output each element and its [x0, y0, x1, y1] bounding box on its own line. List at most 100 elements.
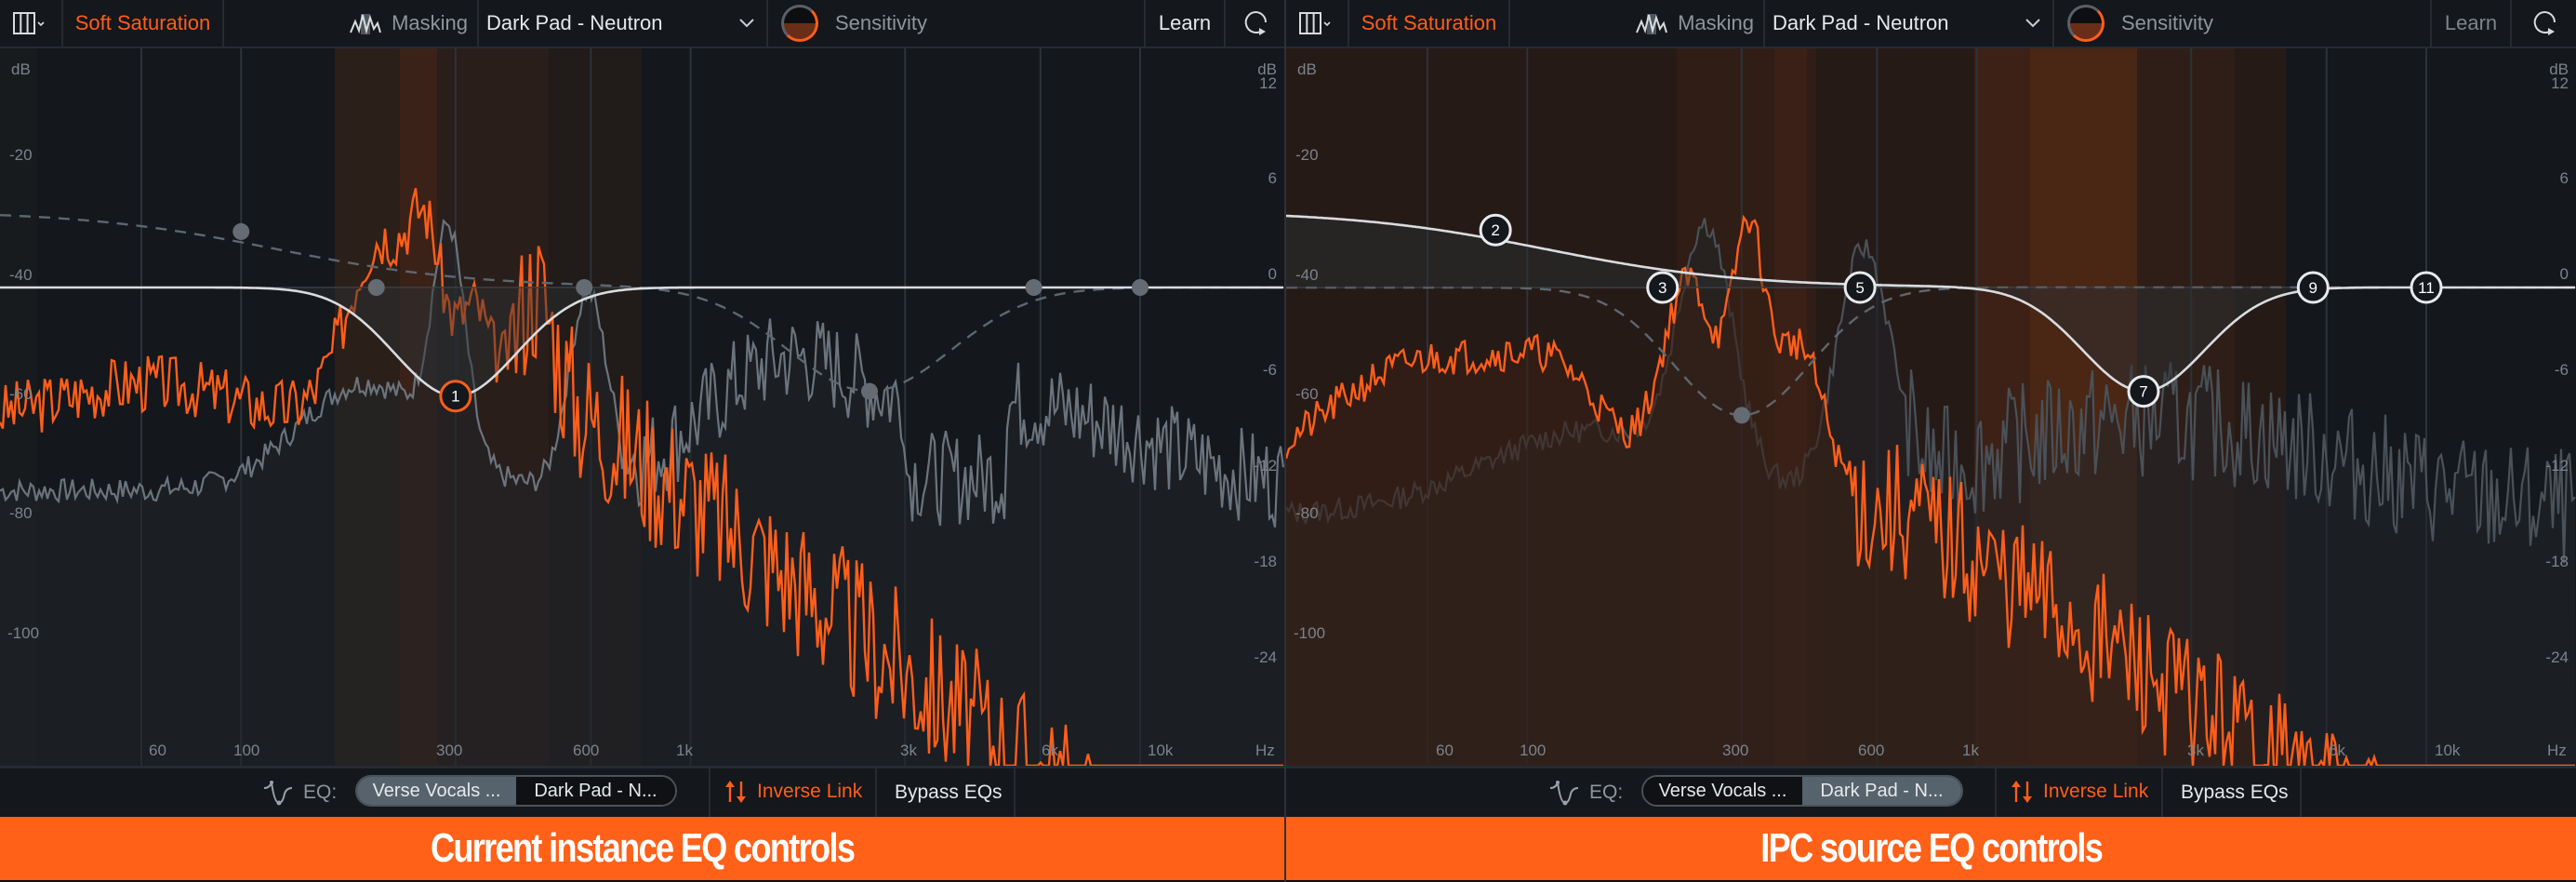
left-db-tick: -20 [1295, 146, 1319, 164]
learn-label: Learn [1158, 11, 1212, 34]
learn-button[interactable]: Learn [1146, 0, 1226, 47]
ghost-eq-node [860, 382, 878, 400]
divider [2161, 768, 2163, 817]
sensitivity-control[interactable]: Sensitivity [768, 0, 1146, 47]
chevron-down-icon [2025, 19, 2040, 28]
freq-tick: 6k [2329, 742, 2345, 759]
eq-option-current[interactable]: Verse Vocals ... [357, 777, 516, 805]
inverse-link-toggle[interactable]: Inverse Link [2010, 779, 2148, 805]
freq-tick: 300 [1722, 742, 1749, 759]
mode-selector[interactable]: Soft Saturation [63, 0, 224, 47]
left-db-tick: -60 [9, 385, 33, 403]
eq-source-toggle[interactable]: Verse Vocals ... Dark Pad - N... [1641, 775, 1963, 807]
eq-label: EQ: [1589, 782, 1624, 803]
left-db-tick: -80 [1295, 504, 1319, 522]
right-db-tick: -6 [1262, 361, 1277, 379]
eq-node[interactable]: 1 [439, 380, 472, 413]
current-instance-panel: Soft Saturation Masking Dark Pad - Neutr… [0, 0, 1284, 817]
eq-node-label: 3 [1658, 279, 1666, 297]
eq-graph[interactable]: 2 3 5 7 9 11 dB -20 -40 -60 -80 -100 dB 12 6 … [1286, 48, 2576, 766]
learn-button[interactable]: Learn [2432, 0, 2512, 47]
eq-curve-icon [1549, 781, 1579, 806]
freq-tick: 100 [233, 742, 260, 759]
ghost-eq-node [576, 279, 593, 296]
inverse-arrows-icon [725, 781, 746, 803]
divider [875, 768, 877, 817]
right-db-tick: 12 [2551, 74, 2569, 92]
freq-tick: 600 [573, 742, 600, 759]
sensitivity-knob[interactable] [781, 5, 818, 42]
eq-option-ipc[interactable]: Dark Pad - N... [1802, 777, 1961, 805]
freq-tick: 3k [2187, 742, 2204, 759]
bypass-eqs-button[interactable]: Bypass EQs [2181, 782, 2289, 804]
left-db-unit: dB [11, 60, 31, 78]
ghost-eq-node [367, 279, 385, 296]
mode-label: Soft Saturation [74, 11, 211, 34]
sensitivity-control[interactable]: Sensitivity [2054, 0, 2432, 47]
divider [1995, 768, 1997, 817]
loop-button[interactable] [1226, 0, 1284, 47]
bypass-eqs-button[interactable]: Bypass EQs [895, 782, 1003, 804]
eq-node-label: 9 [2309, 279, 2317, 297]
right-db-tick: -18 [1254, 553, 1277, 570]
eq-graph[interactable]: 1 dB -20 -40 -60 -80 -100 dB 12 6 0 -6 -… [0, 48, 1284, 766]
loop-button[interactable] [2512, 0, 2576, 47]
header-bar: Soft Saturation Masking Dark Pad - Neutr… [1286, 0, 2576, 48]
inverse-link-toggle[interactable]: Inverse Link [724, 779, 862, 805]
eq-plot[interactable]: 2 3 5 7 9 11 [1286, 48, 2576, 766]
right-db-tick: 6 [2559, 169, 2569, 187]
layout-menu-button[interactable] [0, 0, 63, 47]
eq-node-label: 1 [451, 388, 459, 406]
caption-text: IPC source EQ controls [1760, 825, 2104, 871]
freq-tick: 3k [900, 742, 917, 759]
eq-node[interactable]: 5 [1843, 271, 1877, 304]
freq-tick: 100 [1520, 742, 1547, 759]
masking-label: Masking [392, 11, 468, 34]
loop-icon [1244, 11, 1267, 35]
eq-node-label: 11 [2418, 279, 2435, 297]
eq-node[interactable]: 3 [1646, 271, 1680, 304]
right-db-tick: -24 [1254, 648, 1277, 666]
freq-tick: 60 [1436, 742, 1454, 759]
waveform-icon [1636, 14, 1668, 34]
panel-divider [1284, 0, 1286, 882]
left-db-tick: -40 [9, 266, 33, 284]
eq-option-label: Dark Pad - N... [534, 780, 657, 801]
preset-value: Dark Pad - Neutron [486, 11, 663, 34]
divider [709, 768, 710, 817]
layout-menu-button[interactable] [1286, 0, 1349, 47]
eq-plot[interactable]: 1 [0, 48, 1284, 766]
masking-preset-dropdown[interactable]: Dark Pad - Neutron [1765, 0, 2054, 47]
eq-option-label: Verse Vocals ... [372, 780, 501, 801]
masking-preset-dropdown[interactable]: Dark Pad - Neutron [479, 0, 768, 47]
sensitivity-knob[interactable] [2067, 5, 2105, 42]
mode-selector[interactable]: Soft Saturation [1349, 0, 1510, 47]
left-db-tick: -100 [1294, 624, 1326, 642]
chevron-down-icon [739, 19, 754, 28]
right-db-tick: 0 [1268, 265, 1277, 283]
eq-node[interactable]: 11 [2410, 271, 2443, 304]
right-db-tick: -24 [2545, 648, 2569, 666]
sensitivity-label: Sensitivity [835, 11, 928, 34]
eq-node[interactable]: 9 [2296, 271, 2330, 304]
right-db-tick: -12 [2545, 457, 2569, 474]
columns-icon [1299, 12, 1331, 34]
freq-tick: 600 [1858, 742, 1885, 759]
eq-link-bar: EQ: Verse Vocals ... Dark Pad - N... Inv… [1286, 766, 2576, 817]
waveform-icon [350, 14, 382, 34]
ghost-eq-node [1132, 279, 1149, 296]
eq-curve-fill [0, 287, 1284, 396]
masking-toggle[interactable]: Masking [224, 0, 479, 47]
eq-option-current[interactable]: Verse Vocals ... [1643, 777, 1802, 805]
eq-source-toggle[interactable]: Verse Vocals ... Dark Pad - N... [355, 775, 677, 807]
freq-unit: Hz [2547, 742, 2567, 759]
caption-current-instance: Current instance EQ controls [0, 817, 1284, 880]
right-db-tick: 12 [1259, 74, 1277, 92]
eq-node-label: 2 [1491, 221, 1499, 239]
left-db-tick: -100 [7, 624, 40, 642]
masking-toggle[interactable]: Masking [1510, 0, 1765, 47]
eq-node[interactable]: 2 [1479, 213, 1512, 247]
eq-curve-icon [263, 781, 293, 806]
eq-node[interactable]: 7 [2127, 375, 2160, 408]
eq-option-ipc[interactable]: Dark Pad - N... [516, 777, 675, 805]
